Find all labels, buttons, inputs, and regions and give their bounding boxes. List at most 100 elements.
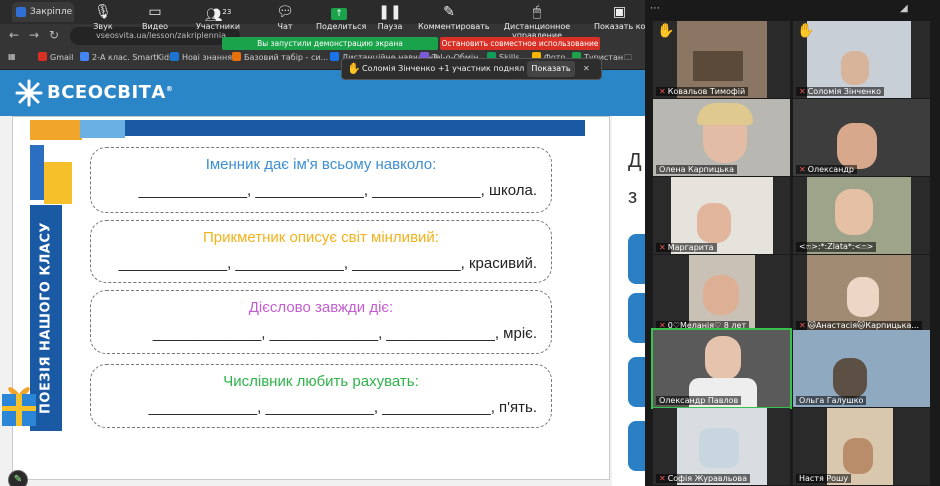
close-icon[interactable]: ✕ (583, 59, 590, 79)
card-fill-line: _____________, _____________, __________… (152, 325, 537, 342)
poem-card-numeral: Числівник любить рахувать: _____________… (90, 364, 552, 428)
video-button[interactable]: ▭ Видео (138, 0, 172, 40)
site-logo[interactable]: ВСЕОСВІТА® (14, 78, 173, 108)
muted-mic-icon: ✕ (659, 87, 666, 96)
share-screen-icon: ↑ (316, 0, 362, 22)
show-controls-button[interactable]: ▣ Показать кон (594, 0, 645, 40)
microphone-icon: 🎙︎ (94, 4, 112, 20)
snowflake-logo-icon (15, 79, 43, 107)
hand-raised-notification: ✋ Соломія Зінченко +1 участник поднял ру… (341, 58, 602, 80)
participant-name: ✕ Олександр (796, 165, 858, 174)
participant-name-text: Маргарита (667, 243, 714, 252)
toolbar-label: Комментировать (418, 22, 490, 31)
video-shape (833, 358, 867, 398)
participant-name-text: <ෆ>:*:Zlata*:<ෆ> (799, 242, 874, 251)
folder-icon[interactable]: 🗀 (624, 52, 632, 66)
raised-hand-icon: ✋ (657, 23, 675, 39)
video-tile[interactable]: ✕ 🐱Анастасія🐱Карпицька... (793, 255, 930, 332)
toolbar-label: Пауза (377, 22, 403, 31)
video-tile[interactable]: Настя Рошу (793, 408, 930, 485)
card-fill-line: _____________, _____________, __________… (118, 255, 537, 272)
annotate-button[interactable]: ✎ Комментировать (418, 0, 490, 40)
video-shape (841, 51, 869, 85)
remote-control-icon: 🖱︎ (532, 4, 542, 20)
card-fill-line: _____________, _____________, __________… (138, 182, 537, 199)
edge-block (628, 421, 645, 471)
audio-button[interactable]: 🎙︎ Звук (88, 0, 118, 40)
raised-hand-icon: ✋ (797, 23, 815, 39)
video-tile[interactable]: <ෆ>:*:Zlata*:<ෆ> (793, 177, 930, 254)
bookmark-label: Gmail (50, 53, 74, 62)
participant-name: Ольга Галушко (796, 396, 867, 405)
participant-name-text: Ковальов Тимофій (667, 87, 746, 96)
bookmark-smartkids[interactable]: 2-А клас. SmartKids (80, 52, 173, 62)
video-tile-active-speaker[interactable]: Олександр Павлов (651, 328, 792, 409)
video-tile[interactable]: ✕ Софія Журавльова (653, 408, 790, 485)
video-shape (697, 103, 753, 125)
video-shape (705, 336, 741, 380)
stop-sharing-button[interactable]: Остановить совместное использование (440, 37, 600, 50)
participant-name: ✕ Соломія Зінченко (796, 87, 884, 96)
muted-mic-icon: ✕ (659, 321, 666, 330)
vertical-title-text: ПОЕЗІЯ НАШОГО КЛАСУ (38, 222, 54, 414)
participant-name-text: Настя Рошу (799, 474, 849, 483)
card-title: Числівник любить рахувать: (223, 373, 419, 390)
edge-letter: з (628, 186, 638, 208)
video-gallery-panel: ⋯ ◢ ✋ ✕ Ковальов Тимофій ✋ ✕ Соломія Зінче… (645, 0, 940, 486)
back-arrow-icon[interactable]: ← (6, 28, 22, 42)
bookmark-camp[interactable]: Базовий табір - си... (232, 52, 328, 62)
toolbar-label: Поделиться (316, 22, 367, 31)
browser-tab[interactable]: Закріпле (12, 2, 74, 22)
smartkids-icon (80, 52, 89, 61)
more-options-icon[interactable]: ⋯ (650, 3, 660, 14)
toolbar-label: Показать кон (594, 22, 645, 31)
video-tile[interactable]: Ольга Галушко (793, 330, 930, 407)
video-tile[interactable]: ✕ Олександр (793, 99, 930, 176)
annotation-pen-button[interactable]: ✎ (8, 470, 28, 486)
apps-grid-icon[interactable]: ▦ (8, 52, 16, 61)
remote-control-button[interactable]: 🖱︎ Дистанционное управление (486, 0, 588, 40)
slide-decor-yellow (44, 162, 72, 204)
participants-button[interactable]: 👥︎23 Участники (196, 0, 240, 40)
expand-icon[interactable]: ◢ (900, 3, 908, 14)
pause-button[interactable]: ❚❚ Пауза (376, 0, 404, 40)
chat-icon: 💬︎ (276, 4, 294, 20)
camp-icon (232, 52, 241, 61)
video-tile[interactable]: Олена Карпицька (653, 99, 790, 176)
site-favicon-icon (16, 7, 26, 17)
gmail-icon (38, 52, 47, 61)
gallery-top-bar: ⋯ ◢ (645, 0, 940, 20)
slide-decor-lightblue (80, 120, 125, 138)
show-controls-icon: ▣ (612, 4, 627, 20)
bookmark-gmail[interactable]: Gmail (38, 52, 73, 62)
muted-mic-icon: ✕ (799, 165, 806, 174)
muted-mic-icon: ✕ (799, 321, 806, 330)
video-shape (699, 428, 739, 468)
poem-card-adjective: Прикметник описує світ мінливий: _______… (90, 220, 552, 283)
participant-name: ✕ 🐱Анастасія🐱Карпицька... (796, 321, 922, 330)
participant-name: ✕ 0♡Меланія♡ 8 лет (656, 321, 750, 330)
raised-hand-icon: ✋ (347, 62, 361, 75)
card-title: Іменник дає ім'я всьому навколо: (205, 156, 437, 173)
participant-name: Олена Карпицька (656, 165, 737, 174)
video-tile[interactable]: ✕ Маргарита (653, 177, 790, 254)
share-button[interactable]: ↑ Поделиться (316, 0, 366, 40)
sharing-status-banner: Вы запустили демонстрацию экрана (222, 37, 438, 50)
video-tile[interactable]: ✕ 0♡Меланія♡ 8 лет (653, 255, 790, 332)
reload-icon[interactable]: ↻ (46, 28, 62, 42)
show-button-label: Показать (531, 64, 571, 73)
video-camera-icon: ▭ (148, 4, 162, 20)
participant-name-text: Софія Журавльова (667, 474, 747, 483)
video-shape (697, 203, 731, 243)
tab-title: Закріпле (30, 7, 73, 17)
video-tile[interactable]: ✋ ✕ Ковальов Тимофій (653, 21, 790, 98)
forward-arrow-icon[interactable]: → (26, 28, 42, 42)
video-tile[interactable]: ✋ ✕ Соломія Зінченко (793, 21, 930, 98)
participants-count: 23 (222, 8, 232, 16)
bookmark-new-knowledge[interactable]: Нові знання (170, 52, 232, 62)
participant-name-text: Олександр Павлов (659, 396, 739, 405)
show-participants-button[interactable]: Показать (527, 61, 575, 77)
chat-button[interactable]: 💬︎ Чат (270, 0, 300, 40)
muted-mic-icon: ✕ (659, 243, 666, 252)
participant-name-text: 🐱Анастасія🐱Карпицька... (807, 321, 919, 330)
